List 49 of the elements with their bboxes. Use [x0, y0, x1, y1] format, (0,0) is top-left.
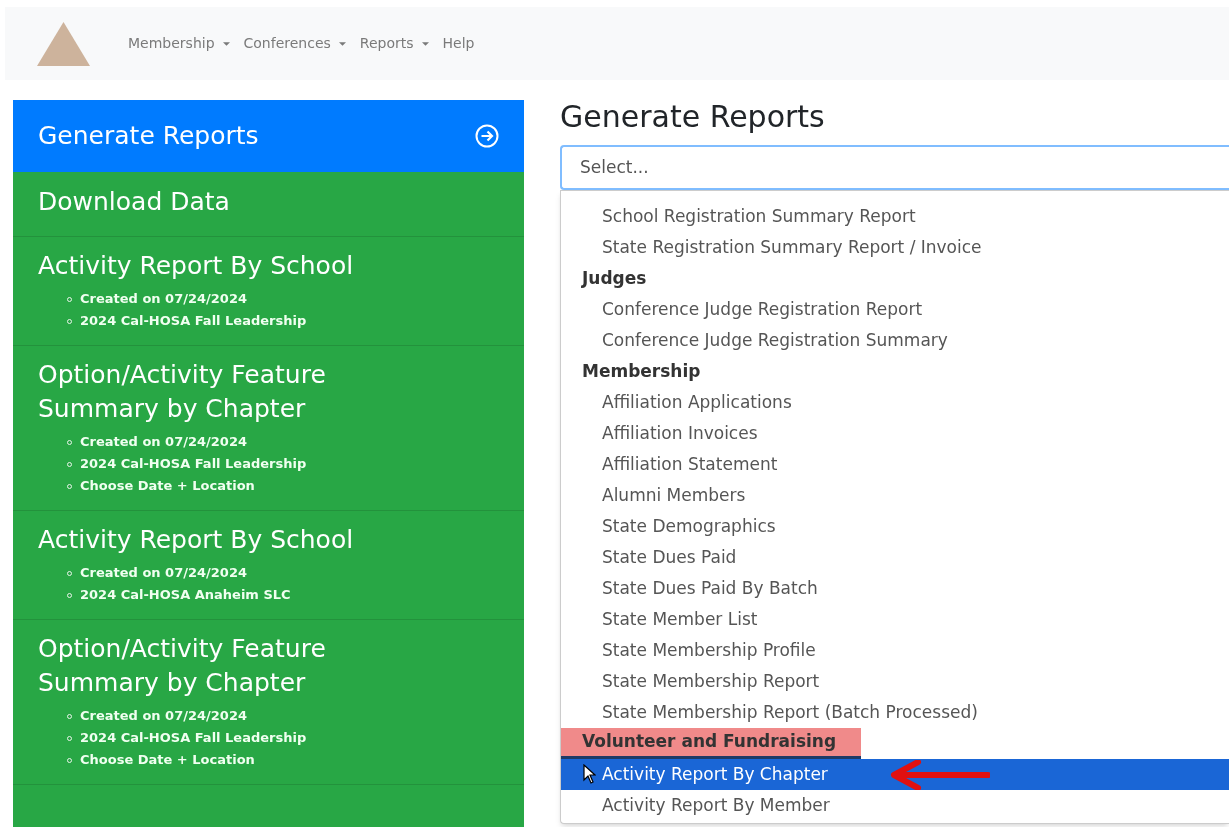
dropdown-option[interactable]: Activity Report By Chapter: [561, 759, 1229, 790]
sidebar-item[interactable]: Generate Reports: [13, 100, 524, 172]
dropdown-option[interactable]: School Registration Summary Report: [561, 201, 1229, 232]
report-detail: Created on 07/24/2024: [80, 707, 247, 726]
dropdown-option[interactable]: State Membership Report (Batch Processed): [561, 697, 1229, 728]
dropdown-option[interactable]: Affiliation Applications: [561, 387, 1229, 418]
dropdown-option[interactable]: Affiliation Statement: [561, 449, 1229, 480]
dropdown-option[interactable]: State Member List: [561, 604, 1229, 635]
sidebar-item-title: Activity Report By School: [38, 524, 355, 556]
dropdown-option[interactable]: State Registration Summary Report / Invoice: [561, 232, 1229, 263]
sidebar-item-title: Option/Activity Feature Summary by Chapter: [38, 359, 327, 425]
report-detail: Choose Date + Location: [80, 751, 255, 770]
dropdown-option[interactable]: Conference Judge Registration Summary: [561, 325, 1229, 356]
nav-menu-link[interactable]: Help: [442, 33, 475, 54]
dropdown-option[interactable]: State Dues Paid: [561, 542, 1229, 573]
report-detail: 2024 Cal-HOSA Anaheim SLC: [80, 586, 291, 605]
caret-icon: [222, 41, 230, 46]
option-group-label: Membership: [581, 359, 702, 383]
nav-menu-link[interactable]: Membership: [128, 33, 230, 54]
dropdown-option[interactable]: State Dues Paid By Batch: [561, 573, 1229, 604]
dropdown-option[interactable]: Activity Report By Member: [561, 790, 1229, 821]
nav-menu-link[interactable]: Conferences: [243, 33, 346, 54]
arrow-circle-icon: [475, 124, 499, 148]
report-detail: Created on 07/24/2024: [80, 433, 247, 452]
select-field[interactable]: Select...: [560, 145, 1229, 190]
sidebar-item-title: Download Data: [38, 186, 231, 218]
dropdown-option[interactable]: Conference Judge Registration Report: [561, 294, 1229, 325]
option-group-label: Judges: [580, 266, 648, 290]
report-detail: Choose Date + Location: [80, 477, 255, 496]
report-detail: 2024 Cal-HOSA Fall Leadership: [80, 455, 307, 474]
sidebar-item-title: Option/Activity Feature Summary by Chapter: [38, 633, 327, 699]
dropdown-option[interactable]: Affiliation Invoices: [561, 418, 1229, 449]
dropdown-option[interactable]: State Membership Profile: [561, 635, 1229, 666]
dropdown-option[interactable]: Alumni Members: [561, 480, 1229, 511]
mouse-cursor-icon: [583, 764, 596, 784]
caret-icon: [421, 41, 429, 46]
page-heading: Generate Reports: [560, 98, 826, 136]
report-detail: Created on 07/24/2024: [80, 290, 247, 309]
dropdown-option[interactable]: State Membership Report: [561, 666, 1229, 697]
dropdown-option[interactable]: State Demographics: [561, 511, 1229, 542]
nav-menu-link[interactable]: Reports: [359, 33, 429, 54]
sidebar-item-title: Activity Report By School: [38, 250, 355, 282]
sidebar-item-title: Generate Reports: [38, 120, 260, 152]
report-detail: Created on 07/24/2024: [80, 564, 247, 583]
report-detail: 2024 Cal-HOSA Fall Leadership: [80, 729, 307, 748]
report-detail: 2024 Cal-HOSA Fall Leadership: [80, 312, 307, 331]
caret-icon: [338, 41, 346, 46]
logo-triangle-icon[interactable]: [37, 21, 90, 66]
option-group-label: Volunteer and Fundraising: [561, 728, 861, 759]
